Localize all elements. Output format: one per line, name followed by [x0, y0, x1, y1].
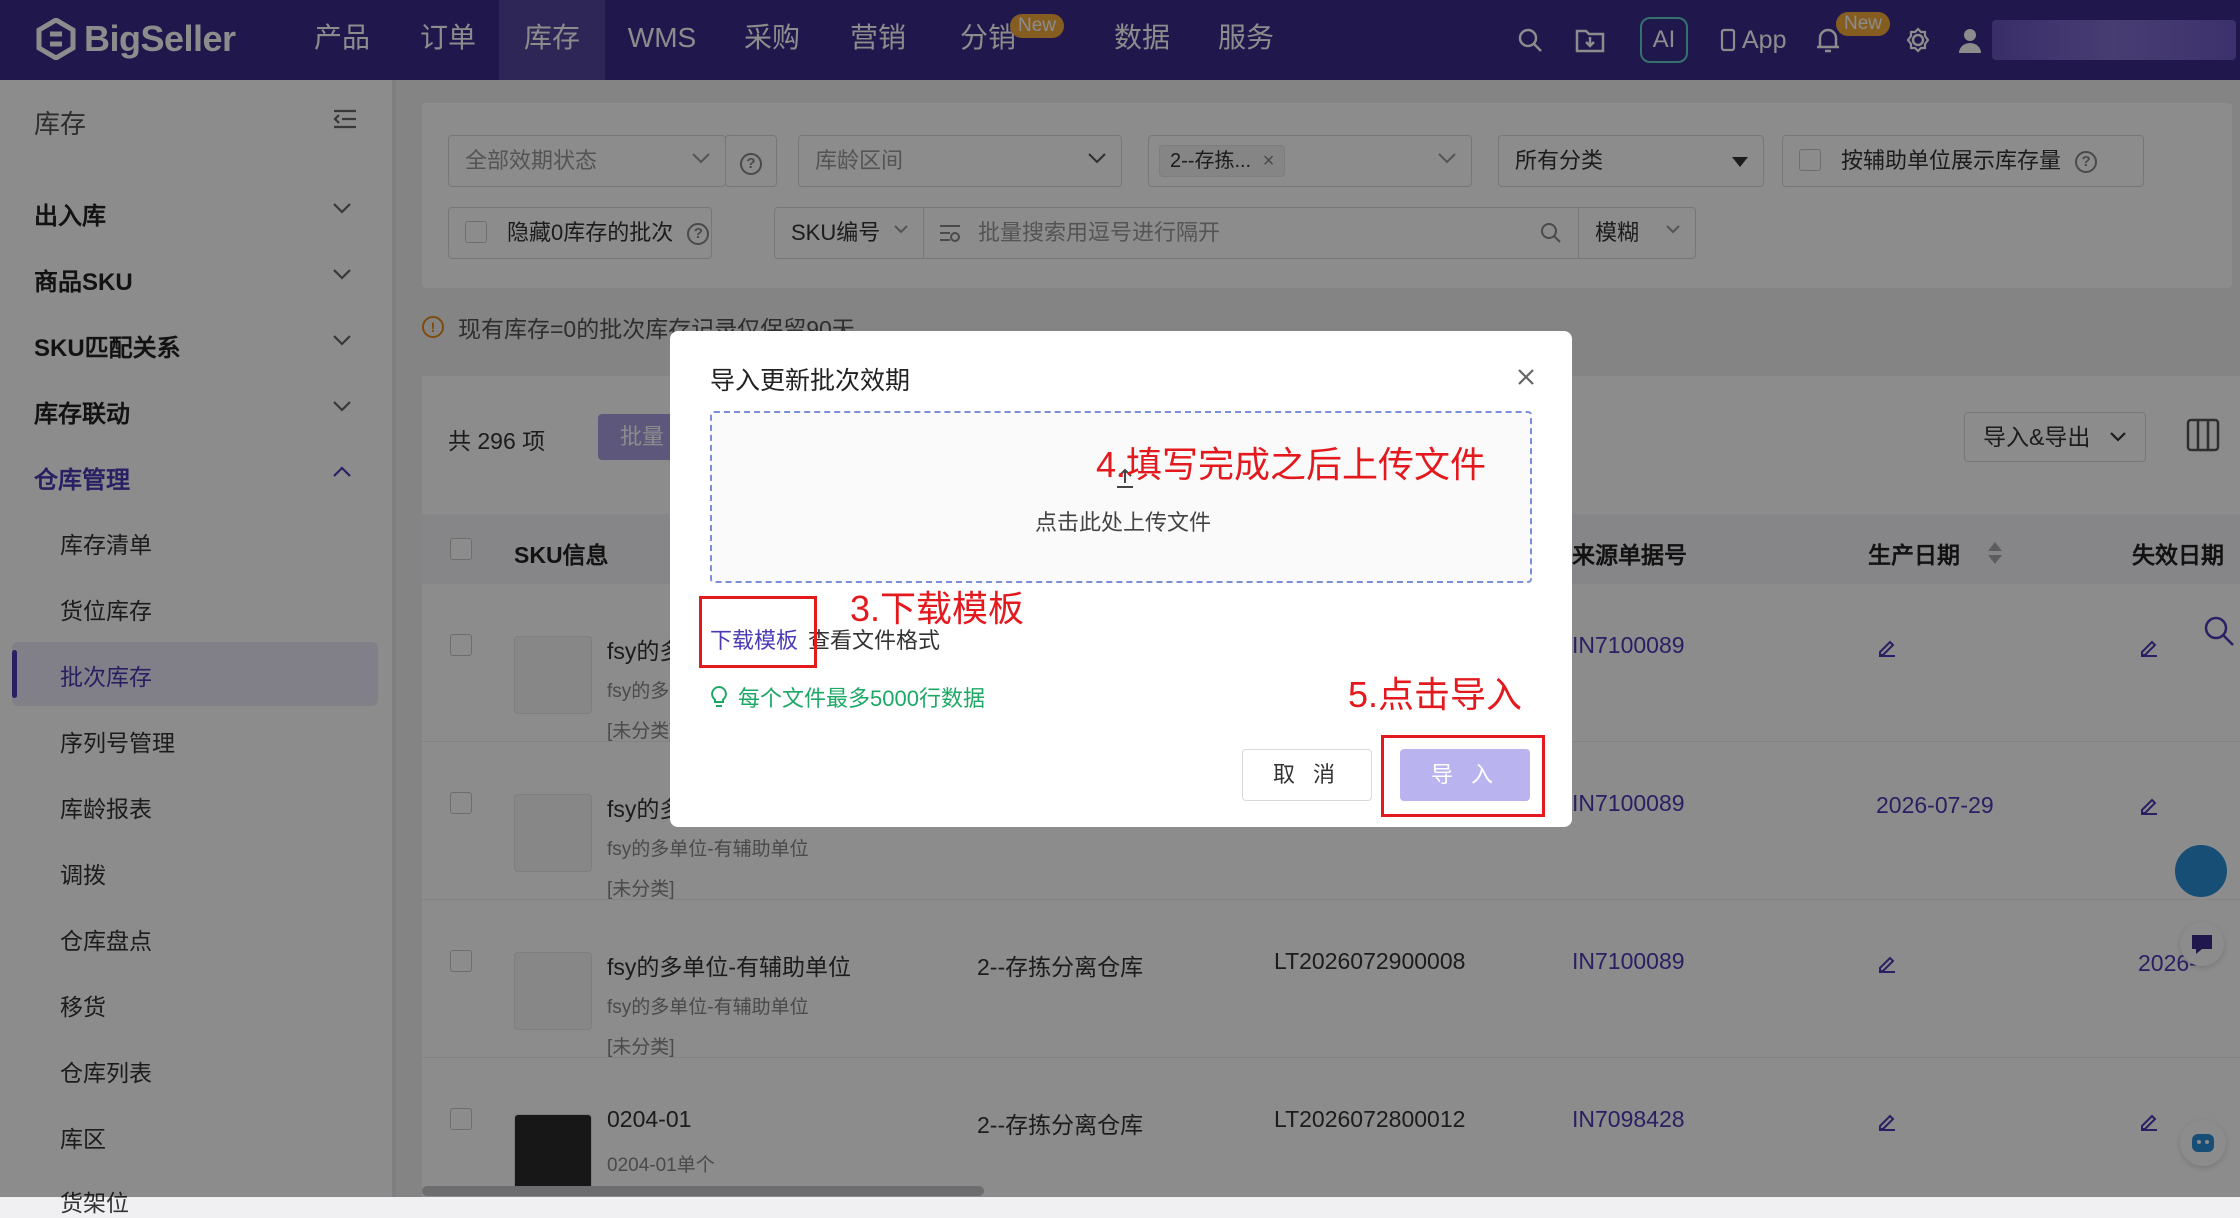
row-limit-tip: 每个文件最多5000行数据	[710, 681, 985, 713]
annotation-box-import-button	[1381, 735, 1545, 817]
annotation-step3: 3.下载模板	[850, 588, 1025, 629]
annotation-step4: 4.填写完成之后上传文件	[1096, 444, 1487, 485]
close-icon[interactable]	[1516, 367, 1536, 387]
upload-instruction: 点击此处上传文件	[1034, 510, 1211, 535]
tip-text: 每个文件最多5000行数据	[738, 686, 985, 711]
dialog-title: 导入更新批次效期	[710, 367, 911, 395]
lightbulb-icon	[710, 685, 728, 709]
cancel-button[interactable]: 取 消	[1242, 749, 1372, 801]
annotation-box-download-template	[699, 596, 817, 668]
annotation-step5: 5.点击导入	[1348, 674, 1523, 715]
